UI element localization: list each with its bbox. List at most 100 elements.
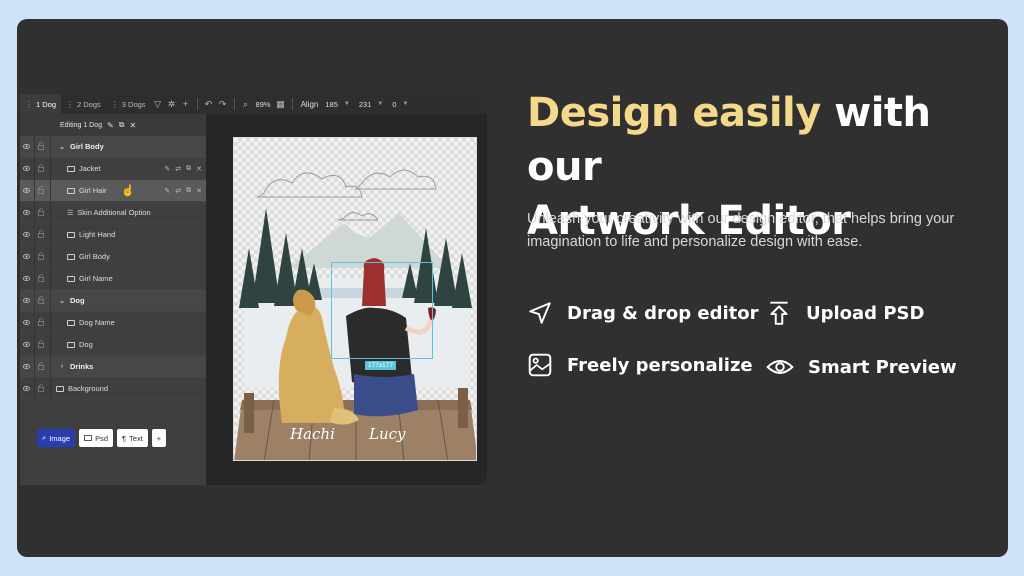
layer-skin-additional-option[interactable]: ☰ Skin Additional Option [20,202,206,224]
editing-header: Editing 1 Dog ✎ ⧉ ✕ [20,114,206,136]
chevron-down-icon[interactable]: ⌄ [58,297,66,305]
layer-label: Girl Body [70,142,104,151]
selection-box[interactable] [331,262,433,359]
x-position-input[interactable]: 185 [322,100,341,109]
eye-icon[interactable] [23,319,30,326]
layer-actions: ✎ ⇄ ⧉ ✕ [164,180,202,202]
close-icon[interactable]: ✕ [196,187,202,195]
chevron-down-icon[interactable]: ▼ [374,101,389,107]
eye-icon [766,360,794,374]
lock-icon[interactable] [38,208,44,216]
layer-dog[interactable]: Dog [20,334,206,356]
zoom-icon[interactable]: ⌕ [239,94,253,114]
eye-icon[interactable] [23,297,30,304]
headline-highlight: Design easily [527,90,821,136]
lock-icon[interactable] [38,164,44,172]
layers-panel: Editing 1 Dog ✎ ⧉ ✕ ⌄ Girl Body Jacket ✎… [20,114,206,485]
layer-girl-hair[interactable]: Girl Hair ☝ ✎ ⇄ ⧉ ✕ [20,180,206,202]
layer-girl-body[interactable]: Girl Body [20,246,206,268]
column-divider [34,246,35,268]
chevron-down-icon[interactable]: ▼ [341,101,356,107]
grid-icon[interactable]: ▦ [274,94,288,114]
eye-icon[interactable] [23,363,30,370]
layer-group-drinks[interactable]: › Drinks [20,356,206,378]
feature-upload-psd: Upload PSD [766,300,924,326]
column-divider [34,158,35,180]
chevron-down-icon[interactable]: ▼ [399,101,414,107]
lock-icon[interactable] [38,362,44,370]
lock-icon[interactable] [38,340,44,348]
add-psd-button[interactable]: Psd [79,429,113,447]
undo-icon[interactable]: ↶ [202,94,216,114]
add-more-button[interactable]: + [151,429,167,447]
eye-icon[interactable] [23,275,30,282]
align-button[interactable]: Align [297,100,323,109]
eye-icon[interactable] [23,187,30,194]
layer-group-girl-body[interactable]: ⌄ Girl Body [20,136,206,158]
search-icon: ⌕ [42,433,47,442]
eye-icon[interactable] [23,385,30,392]
copy-icon[interactable]: ⧉ [186,187,191,195]
layer-label: Dog [70,296,85,305]
layer-label-wrap: Jacket [20,164,101,173]
add-image-button[interactable]: ⌕ Image [37,429,76,447]
copy-icon[interactable]: ⧉ [119,120,125,130]
replace-icon[interactable]: ⇄ [175,187,181,195]
layer-girl-name[interactable]: Girl Name [20,268,206,290]
image-layer-icon [67,187,75,194]
y-position-input[interactable]: 231 [356,100,375,109]
artboard[interactable]: 177x177 Hachi Lucy [233,137,477,461]
redo-icon[interactable]: ↷ [216,94,230,114]
layer-label: Girl Body [79,252,110,261]
layer-label: Light Hand [79,230,116,239]
grip-icon: ⋮ [25,99,33,109]
lock-icon[interactable] [38,142,44,150]
lock-icon[interactable] [38,230,44,238]
layer-dog-name[interactable]: Dog Name [20,312,206,334]
feature-label: Upload PSD [806,302,925,324]
column-divider [50,202,51,224]
layer-light-hand[interactable]: Light Hand [20,224,206,246]
lock-icon[interactable] [38,296,44,304]
zoom-level[interactable]: 89% [253,100,274,109]
image-layer-icon [84,435,93,441]
close-icon[interactable]: ✕ [196,165,202,173]
add-tab-icon[interactable]: + [179,94,193,114]
lock-icon[interactable] [38,186,44,194]
girl-name-text[interactable]: Lucy [369,425,406,443]
copy-icon[interactable]: ⧉ [186,165,191,173]
dog-name-text[interactable]: Hachi [290,425,335,443]
tab-label: 3 Dogs [121,99,146,109]
eye-icon[interactable] [23,253,30,260]
chevron-down-icon[interactable]: ▽ [151,94,165,114]
layer-actions: ✎ ⇄ ⧉ ✕ [164,158,202,180]
eye-icon[interactable] [23,143,30,150]
column-divider [50,246,51,268]
image-layer-icon [67,319,75,326]
pencil-icon[interactable]: ✎ [164,187,170,195]
layer-group-dog[interactable]: ⌄ Dog [20,290,206,312]
tab-3-dogs[interactable]: ⋮ 3 Dogs [106,94,151,114]
lock-icon[interactable] [38,274,44,282]
tab-2-dogs[interactable]: ⋮ 2 Dogs [61,94,106,114]
chevron-right-icon[interactable]: › [58,363,66,370]
lock-icon[interactable] [38,252,44,260]
pencil-icon[interactable]: ✎ [164,165,170,173]
add-text-button[interactable]: ¶ Text [117,429,148,447]
close-icon[interactable]: ✕ [129,121,136,130]
gear-icon[interactable]: ✲ [165,94,179,114]
lock-icon[interactable] [38,384,44,392]
chevron-down-icon[interactable]: ⌄ [58,143,66,151]
layer-jacket[interactable]: Jacket ✎ ⇄ ⧉ ✕ [20,158,206,180]
lock-icon[interactable] [38,318,44,326]
eye-icon[interactable] [23,341,30,348]
rotation-input[interactable]: 0 [389,100,399,109]
layer-label: Skin Additional Option [77,208,151,217]
pencil-icon[interactable]: ✎ [107,121,114,130]
eye-icon[interactable] [23,231,30,238]
eye-icon[interactable] [23,209,30,216]
replace-icon[interactable]: ⇄ [175,165,181,173]
eye-icon[interactable] [23,165,30,172]
tab-1-dog[interactable]: ⋮ 1 Dog [20,94,62,114]
layer-background[interactable]: Background [20,378,206,400]
